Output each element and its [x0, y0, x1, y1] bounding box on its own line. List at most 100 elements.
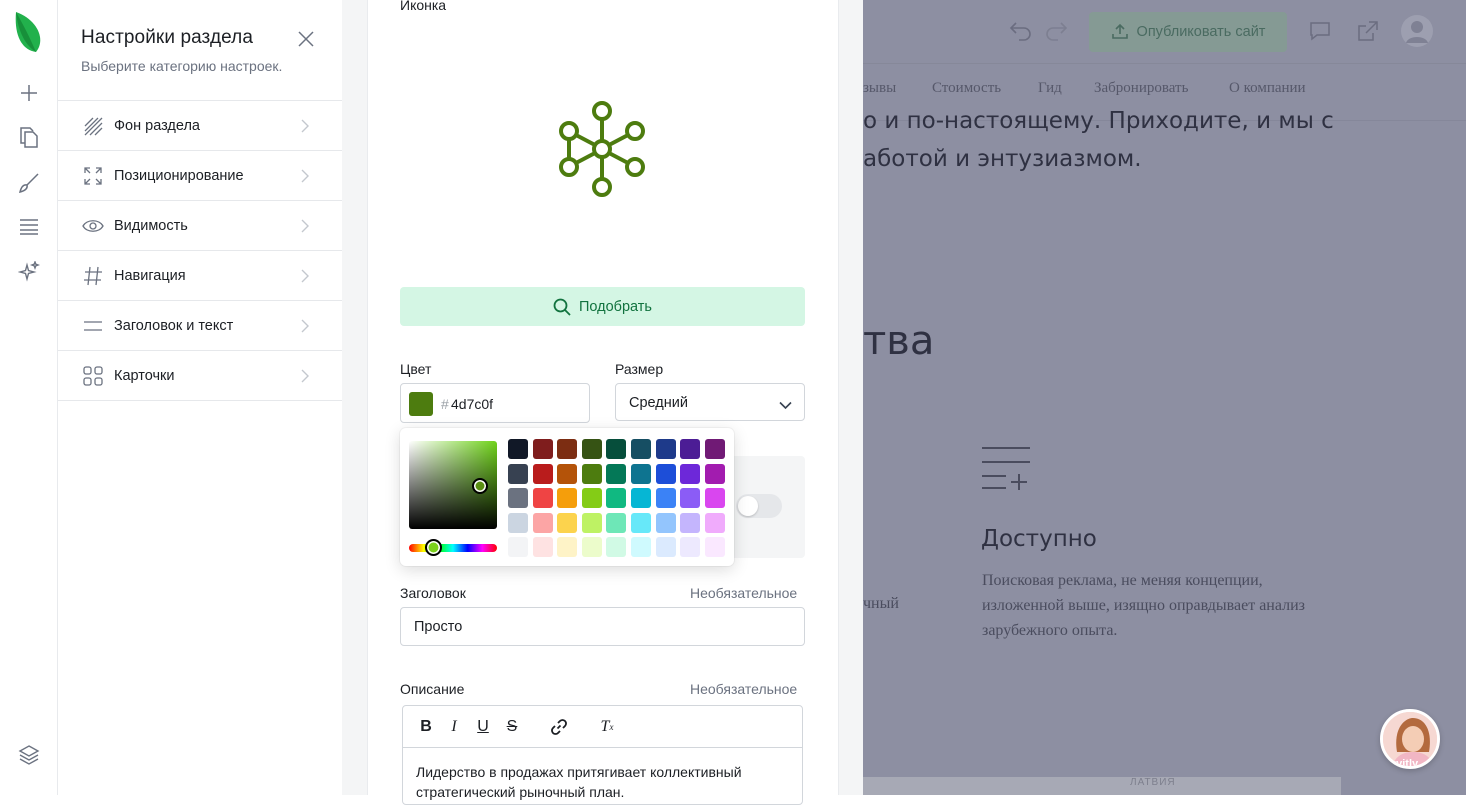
link-icon[interactable] [549, 717, 569, 737]
color-swatch[interactable] [704, 512, 725, 533]
user-avatar-icon[interactable] [1401, 15, 1433, 47]
color-swatch[interactable] [532, 463, 553, 484]
color-swatch[interactable] [630, 537, 651, 557]
saturation-cursor[interactable] [472, 478, 488, 494]
color-swatch[interactable] [557, 537, 578, 557]
color-swatch[interactable] [532, 439, 553, 459]
description-optional-hint: Необязательное [690, 681, 798, 697]
color-swatch[interactable] [581, 488, 602, 508]
preview-nav-item[interactable]: зывы [863, 80, 896, 97]
close-icon[interactable] [296, 29, 316, 49]
redo-icon[interactable] [1044, 20, 1068, 47]
settings-item-heading-text[interactable]: Заголовок и текст [58, 301, 342, 351]
color-swatch[interactable] [581, 537, 602, 557]
color-swatch[interactable] [655, 439, 676, 459]
pick-icon-button[interactable]: Подобрать [400, 287, 805, 326]
brush-icon[interactable] [14, 168, 44, 198]
settings-item-cards[interactable]: Карточки [58, 351, 342, 401]
option-toggle[interactable] [736, 494, 782, 518]
leaf-logo-icon[interactable] [12, 10, 44, 59]
clear-format-icon[interactable]: Tx [597, 717, 617, 737]
color-swatch[interactable] [680, 537, 701, 557]
add-icon[interactable] [14, 78, 44, 108]
color-swatch[interactable] [680, 488, 701, 508]
hash-icon [82, 265, 104, 287]
color-swatch[interactable] [557, 463, 578, 484]
feature-title: Доступно [981, 526, 1097, 552]
color-swatch[interactable] [606, 463, 627, 484]
color-swatch[interactable] [704, 463, 725, 484]
color-swatch[interactable] [557, 488, 578, 508]
color-swatch[interactable] [532, 488, 553, 508]
color-swatch[interactable] [630, 463, 651, 484]
color-swatch[interactable] [606, 439, 627, 459]
color-swatch[interactable] [581, 463, 602, 484]
publish-site-button[interactable]: Опубликовать сайт [1089, 12, 1287, 52]
color-swatch[interactable] [630, 512, 651, 533]
color-swatch[interactable] [606, 537, 627, 557]
preview-nav-item[interactable]: Забронировать [1094, 80, 1188, 97]
preview-nav-item[interactable]: О компании [1229, 80, 1306, 97]
settings-item-visibility[interactable]: Видимость [58, 201, 342, 251]
strikethrough-icon[interactable]: S [502, 717, 522, 737]
color-swatch[interactable] [704, 488, 725, 508]
sparkles-icon[interactable] [14, 257, 44, 287]
pages-icon[interactable] [14, 123, 44, 153]
color-swatch[interactable] [680, 463, 701, 484]
support-chat-avatar[interactable]: kvitly [1380, 709, 1440, 769]
swatch-row [508, 463, 729, 489]
settings-item-navigation[interactable]: Навигация [58, 251, 342, 301]
left-toolbar [0, 0, 58, 795]
color-swatch[interactable] [680, 512, 701, 533]
underline-icon[interactable]: U [473, 717, 493, 737]
italic-icon[interactable]: I [444, 717, 464, 737]
color-swatch[interactable] [508, 537, 528, 557]
color-swatch[interactable] [581, 439, 602, 459]
color-swatch[interactable] [680, 439, 701, 459]
color-swatch[interactable] [655, 512, 676, 533]
color-swatch[interactable] [532, 512, 553, 533]
description-text: Лидерство в продажах притягивает коллект… [416, 764, 742, 800]
color-swatch[interactable] [606, 488, 627, 508]
color-swatch[interactable] [581, 512, 602, 533]
map-label: ЛАТВИЯ [1130, 777, 1176, 788]
size-select[interactable]: Средний [615, 383, 805, 421]
color-swatch[interactable] [557, 512, 578, 533]
saturation-value-area[interactable] [409, 441, 497, 529]
color-swatch[interactable] [655, 488, 676, 508]
map-preview: ЛАТВИЯ [863, 777, 1341, 795]
section-settings-panel: Настройки раздела Выберите категорию нас… [58, 0, 342, 795]
layers-icon[interactable] [14, 740, 44, 770]
hue-slider[interactable] [409, 539, 497, 556]
color-swatch[interactable] [606, 512, 627, 533]
cards-grid-icon [82, 365, 104, 387]
settings-item-label: Фон раздела [114, 117, 200, 134]
color-swatch[interactable] [508, 512, 528, 533]
color-swatch[interactable] [508, 463, 528, 484]
color-swatch[interactable] [557, 439, 578, 459]
color-swatch[interactable] [630, 439, 651, 459]
preview-nav-item[interactable]: Стоимость [932, 80, 1001, 97]
color-swatch[interactable] [508, 488, 528, 508]
color-swatch[interactable] [655, 463, 676, 484]
list-icon[interactable] [14, 212, 44, 242]
color-swatch[interactable] [508, 439, 528, 459]
color-swatch[interactable] [655, 537, 676, 557]
bold-icon[interactable]: B [416, 717, 436, 737]
color-swatch[interactable] [704, 537, 725, 557]
settings-item-background[interactable]: Фон раздела [58, 101, 342, 151]
color-swatch[interactable] [630, 488, 651, 508]
title-input[interactable]: Просто [400, 607, 805, 646]
undo-icon[interactable] [1009, 20, 1033, 47]
color-hex-input[interactable]: # 4d7c0f [400, 383, 590, 423]
preview-nav-item[interactable]: Гид [1038, 80, 1062, 97]
external-link-icon[interactable] [1357, 20, 1379, 47]
color-swatch[interactable] [532, 537, 553, 557]
color-preview-swatch[interactable] [409, 392, 433, 416]
hue-slider-handle[interactable] [425, 539, 442, 556]
settings-item-positioning[interactable]: Позиционирование [58, 151, 342, 201]
network-hub-icon[interactable] [557, 101, 647, 197]
description-editor[interactable]: B I U S Tx Лидерство в продажах притягив… [402, 705, 803, 805]
comment-icon[interactable] [1309, 20, 1331, 47]
color-swatch[interactable] [704, 439, 725, 459]
